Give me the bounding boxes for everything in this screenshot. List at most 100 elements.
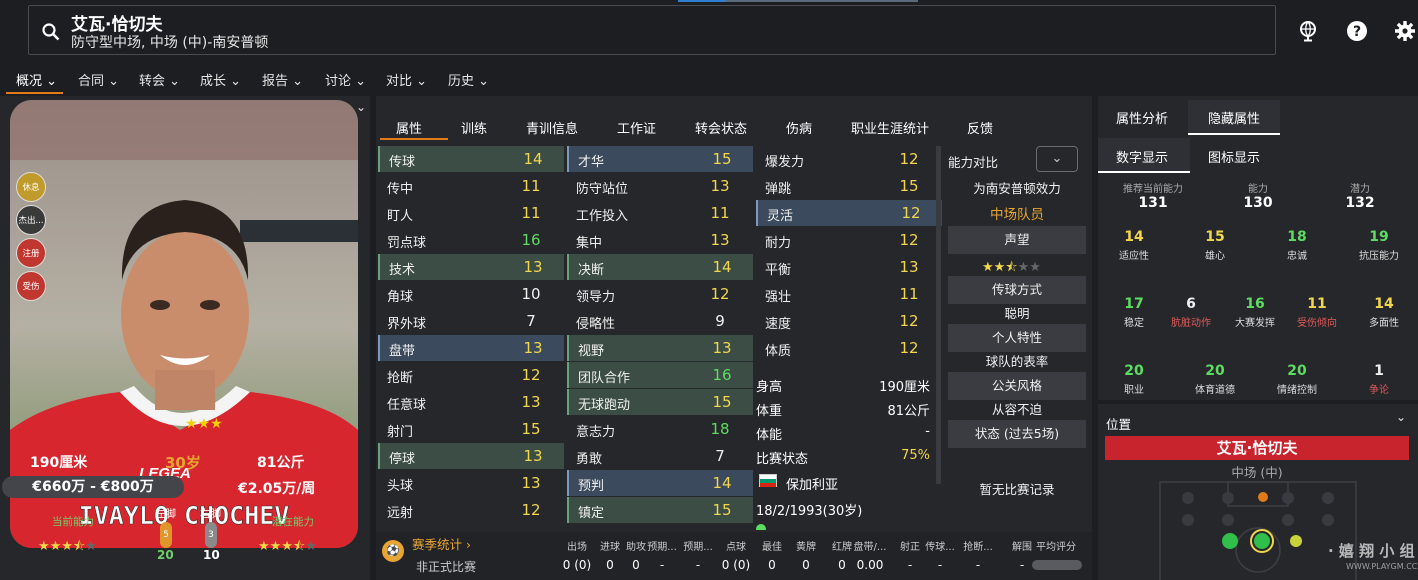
season-scroll[interactable] [1032,560,1082,570]
subtab-icons[interactable]: 图标显示 [1208,147,1260,166]
status-badge-outstanding[interactable]: 杰出... [16,205,46,235]
season-row-label: 非正式比赛 [416,560,477,574]
hidden-attribute: 18 忠诚 [1262,229,1332,262]
subtab-numeric[interactable]: 数字显示 [1116,147,1168,166]
attribute-value: 13 [710,177,730,195]
attribute-row[interactable]: 侵略性 9 [567,308,753,334]
watermark-url: WWW.PLAYGM.CC [1346,562,1418,571]
attribute-name: 集中 [576,236,603,251]
player-value[interactable]: €660万 - €800万 [2,476,184,498]
attribute-row[interactable]: 镇定 15 [567,497,753,523]
personality-value: 球队的表率 [985,354,1049,369]
personality-button[interactable]: 个人特性 [948,324,1086,352]
attributes-scrollbar[interactable] [936,146,941,484]
attribute-row[interactable]: 集中 13 [567,227,753,253]
attribute-row[interactable]: 视野 13 [567,335,753,361]
attribute-row[interactable]: 才华 15 [567,146,753,172]
chevron-down-icon[interactable]: ⌄ [356,100,366,114]
hidden-attribute: 20 体育道德 [1180,363,1250,396]
attribute-row[interactable]: 抢断 12 [378,362,564,388]
loading-progress [678,0,918,2]
menu-overview[interactable]: 概况 ⌄ [16,70,57,89]
attribute-name: 速度 [765,317,792,332]
tab-attribute-analysis[interactable]: 属性分析 [1116,108,1168,127]
tab-0[interactable]: 属性 [396,118,422,137]
tab-hidden-attributes[interactable]: 隐藏属性 [1208,108,1260,127]
current-ability-stars: ★★★⯪★ [38,539,97,554]
attribute-row[interactable]: 灵活 12 [756,200,942,226]
tab-2[interactable]: 青训信息 [526,118,578,137]
attribute-row[interactable]: 领导力 12 [567,281,753,307]
attribute-row[interactable]: 预判 14 [567,470,753,496]
hidden-attribute-value: 15 [1205,229,1225,245]
reputation-button[interactable]: 声望 [948,226,1086,254]
attribute-row[interactable]: 无球跑动 15 [567,389,753,415]
menu-transfer[interactable]: 转会 ⌄ [139,70,180,89]
menu-history[interactable]: 历史 ⌄ [448,70,489,89]
status-badge-rest[interactable]: 休息 [16,172,46,202]
attribute-row[interactable]: 意志力 18 [567,416,753,442]
status-badge-registered[interactable]: 注册 [16,238,46,268]
menu-reports[interactable]: 报告 ⌄ [262,70,303,89]
attribute-row[interactable]: 罚点球 16 [378,227,564,253]
attribute-row[interactable]: 耐力 12 [756,227,942,253]
passing-style-button[interactable]: 传球方式 [948,276,1086,304]
attribute-row[interactable]: 体质 12 [756,335,942,361]
tab-3[interactable]: 工作证 [617,118,656,137]
help-icon[interactable]: ? [1346,20,1368,42]
attribute-row[interactable]: 任意球 13 [378,389,564,415]
attribute-row[interactable]: 弹跳 15 [756,173,942,199]
menu-contract[interactable]: 合同 ⌄ [78,70,119,89]
attribute-row[interactable]: 盘带 13 [378,335,564,361]
attribute-value: 12 [710,285,730,303]
attribute-row[interactable]: 停球 13 [378,443,564,469]
ability-compare-dropdown[interactable]: ⌄ [1036,146,1078,172]
tab-5[interactable]: 伤病 [786,118,812,137]
attribute-row[interactable]: 远射 12 [378,497,564,523]
search-icon[interactable] [41,22,61,42]
menu-discuss[interactable]: 讨论 ⌄ [325,70,366,89]
attribute-row[interactable]: 防守站位 13 [567,173,753,199]
attribute-value: 9 [715,312,725,330]
right-foot-value: 10 [203,548,220,562]
season-col-header: 盘带/... [853,542,887,553]
attribute-row[interactable]: 爆发力 12 [756,146,942,172]
tab-7[interactable]: 反馈 [967,118,993,137]
season-stats-link[interactable]: 赛季统计 › [412,534,471,553]
tab-6[interactable]: 职业生涯统计 [851,118,929,137]
menu-development[interactable]: 成长 ⌄ [200,70,241,89]
form-button[interactable]: 状态 (过去5场) [948,420,1086,448]
attribute-row[interactable]: 界外球 7 [378,308,564,334]
hidden-top-stat: 潜力 132 [1325,178,1395,211]
attribute-row[interactable]: 强壮 11 [756,281,942,307]
settings-gear-icon[interactable] [1394,20,1416,42]
attribute-row[interactable]: 射门 15 [378,416,564,442]
attribute-row[interactable]: 传球 14 [378,146,564,172]
main-menu: 概况 ⌄ 合同 ⌄ 转会 ⌄ 成长 ⌄ 报告 ⌄ 讨论 ⌄ 对比 ⌄ 历史 ⌄ [0,62,1418,94]
globe-icon[interactable] [1297,20,1319,42]
attribute-row[interactable]: 平衡 13 [756,254,942,280]
right-foot-label: 右脚 [200,508,221,520]
attribute-name: 任意球 [387,398,427,413]
attribute-row[interactable]: 头球 13 [378,470,564,496]
hidden-attribute: 14 适应性 [1099,229,1169,262]
attribute-name: 角球 [387,290,414,305]
attribute-row[interactable]: 决断 14 [567,254,753,280]
attribute-row[interactable]: 工作投入 11 [567,200,753,226]
attribute-row[interactable]: 传中 11 [378,173,564,199]
menu-compare[interactable]: 对比 ⌄ [386,70,427,89]
chevron-down-icon[interactable]: ⌄ [1396,410,1406,424]
attribute-row[interactable]: 勇敢 7 [567,443,753,469]
attribute-row[interactable]: 技术 13 [378,254,564,280]
attribute-row[interactable]: 团队合作 16 [567,362,753,388]
status-badge-injury[interactable]: 受伤 [16,271,46,301]
attribute-row[interactable]: 盯人 11 [378,200,564,226]
tab-4[interactable]: 转会状态 [695,118,747,137]
hidden-attribute-label: 雄心 [1205,251,1225,262]
player-search-box[interactable]: 艾瓦·恰切夫 防守型中场, 中场 (中)-南安普顿 [28,5,1276,55]
attribute-row[interactable]: 角球 10 [378,281,564,307]
hidden-top-stat: 能力 130 [1223,178,1293,211]
tab-1[interactable]: 训练 [461,118,487,137]
media-style-button[interactable]: 公关风格 [948,372,1086,400]
attribute-row[interactable]: 速度 12 [756,308,942,334]
